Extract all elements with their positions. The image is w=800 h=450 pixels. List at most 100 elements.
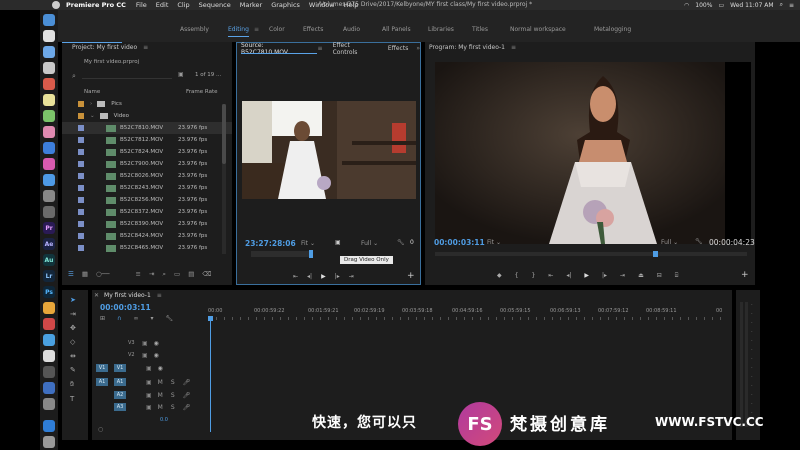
source-patch[interactable] xyxy=(96,403,108,411)
hand-tool-icon[interactable]: ✋︎ xyxy=(70,380,76,389)
menu-edit[interactable]: Edit xyxy=(156,1,169,9)
app-icon-7[interactable] xyxy=(43,382,55,394)
sync-lock-icon[interactable]: ▣ xyxy=(146,365,152,372)
clip-row[interactable]: B52C8465.MOV 23.976 fps xyxy=(62,242,232,254)
insert-sequence-icon[interactable]: ⊞ xyxy=(100,315,105,322)
launchpad-icon[interactable] xyxy=(43,30,55,42)
app-icon-5[interactable] xyxy=(43,334,55,346)
photoshop-icon[interactable]: Ps xyxy=(43,286,55,298)
go-to-out-icon[interactable]: ⇥ xyxy=(620,272,625,280)
lightroom-icon[interactable]: Lr xyxy=(43,270,55,282)
track-target[interactable]: V1 xyxy=(114,364,126,372)
workspace-all-panels[interactable]: All Panels xyxy=(382,26,411,33)
tab-effect-controls[interactable]: Effect Controls xyxy=(333,42,376,56)
play-icon[interactable]: ▶ xyxy=(584,272,589,280)
workspace-menu-icon[interactable]: ≡ xyxy=(254,26,259,33)
close-icon[interactable]: ✕ xyxy=(94,292,99,299)
mute-button[interactable]: M xyxy=(158,379,163,386)
panel-menu-icon[interactable]: ≡ xyxy=(157,292,162,299)
track-target[interactable]: A3 xyxy=(114,403,126,411)
new-bin-icon[interactable]: ▭ xyxy=(174,270,180,278)
mark-out-bracket-icon[interactable]: } xyxy=(531,272,535,280)
workspace-effects[interactable]: Effects xyxy=(303,26,323,33)
go-to-in-icon[interactable]: ⇤ xyxy=(548,272,553,280)
clip-row[interactable]: B52C8243.MOV 23.976 fps xyxy=(62,182,232,194)
mark-in-icon[interactable]: ◆ xyxy=(497,272,502,280)
project-search-input[interactable] xyxy=(82,71,172,79)
app-icon-2[interactable] xyxy=(43,206,55,218)
folder-row-video[interactable]: ⌄ Video xyxy=(62,110,232,122)
zoom-slider[interactable]: ○── xyxy=(96,270,110,278)
sync-lock-icon[interactable]: ▣ xyxy=(146,379,152,386)
menu-clip[interactable]: Clip xyxy=(177,1,189,9)
step-back-icon[interactable]: ◂| xyxy=(566,272,571,280)
app-icon-3[interactable] xyxy=(43,302,55,314)
more-tabs-icon[interactable]: » xyxy=(416,45,420,52)
step-back-icon[interactable]: ◂| xyxy=(307,273,312,280)
track-select-tool-icon[interactable]: ⇥ xyxy=(70,310,76,318)
panel-menu-icon[interactable]: ≡ xyxy=(511,44,516,51)
battery-icon[interactable]: ▭ xyxy=(718,2,724,9)
mark-in-bracket-icon[interactable]: { xyxy=(515,272,519,280)
app-icon-1[interactable] xyxy=(43,174,55,186)
find-icon[interactable]: ⌕ xyxy=(162,270,166,279)
source-patch-video[interactable]: V1 xyxy=(96,364,108,372)
solo-button[interactable]: S xyxy=(171,392,175,399)
icon-view-icon[interactable]: ▦ xyxy=(82,270,88,278)
play-icon[interactable]: ▶ xyxy=(321,273,326,280)
project-scrollbar[interactable] xyxy=(222,104,226,254)
program-scrubber[interactable] xyxy=(435,252,747,256)
search-icon[interactable]: ⌕ xyxy=(72,72,76,81)
solo-button[interactable]: S xyxy=(171,379,175,386)
safari-icon[interactable] xyxy=(43,46,55,58)
program-playhead[interactable] xyxy=(653,251,658,257)
clear-icon[interactable]: ⌫ xyxy=(202,270,211,278)
photos-icon[interactable] xyxy=(43,126,55,138)
step-forward-icon[interactable]: |▸ xyxy=(602,272,607,280)
wrench-icon[interactable]: 🔧︎ xyxy=(695,238,703,245)
downloads-folder-icon[interactable] xyxy=(43,420,55,432)
add-button-icon[interactable]: + xyxy=(407,271,415,281)
clip-row[interactable]: B52C8256.MOV 23.976 fps xyxy=(62,194,232,206)
menu-marker[interactable]: Marker xyxy=(240,1,262,9)
settings-icon[interactable] xyxy=(43,190,55,202)
program-timecode[interactable]: 00:00:03:11 xyxy=(434,238,485,247)
wrench-icon[interactable]: 🔧︎ xyxy=(397,239,405,246)
clip-row[interactable]: B52C7824.MOV 23.976 fps xyxy=(62,146,232,158)
search-icon[interactable]: ⌕ xyxy=(780,1,783,9)
add-button-icon[interactable]: + xyxy=(741,270,749,280)
automate-icon[interactable]: ⇥ xyxy=(149,270,154,278)
clip-row[interactable]: B52C7900.MOV 23.976 fps xyxy=(62,158,232,170)
track-target[interactable] xyxy=(110,339,122,347)
apple-icon[interactable] xyxy=(52,1,60,9)
go-to-out-icon[interactable]: ⇥ xyxy=(349,273,354,280)
workspace-libraries[interactable]: Libraries xyxy=(428,26,454,33)
source-patch[interactable] xyxy=(96,391,108,399)
export-frame-icon[interactable]: ⌸ xyxy=(675,272,679,280)
itunes-icon[interactable] xyxy=(43,158,55,170)
tab-sequence[interactable]: My first video-1 xyxy=(104,292,151,299)
project-panel-title[interactable]: Project: My first video xyxy=(72,44,137,51)
lift-icon[interactable]: ⏏ xyxy=(638,272,644,280)
linked-selection-icon[interactable]: ∞ xyxy=(133,315,138,322)
sync-lock-icon[interactable]: ▣ xyxy=(146,404,152,411)
program-resolution-select[interactable]: Full ⌄ xyxy=(661,239,678,246)
source-timecode[interactable]: 23:27:28:06 xyxy=(245,239,296,248)
master-volume[interactable]: 0.0 xyxy=(160,417,168,423)
mic-icon[interactable]: 🎤︎ xyxy=(183,392,191,399)
eye-icon[interactable]: ◉ xyxy=(154,352,159,359)
track-target[interactable] xyxy=(110,351,122,359)
eye-icon[interactable]: ◉ xyxy=(158,365,163,372)
drag-video-icon[interactable]: ▣ xyxy=(335,239,341,246)
notes-icon[interactable] xyxy=(43,94,55,106)
time-ruler[interactable]: 00:00 00:00:59:22 00:01:59:21 00:02:59:1… xyxy=(208,306,728,320)
source-scrubber[interactable] xyxy=(251,251,311,257)
new-item-icon[interactable]: ▤ xyxy=(188,270,194,278)
chevron-down-icon[interactable]: ⌄ xyxy=(90,113,95,119)
panel-menu-icon[interactable]: ≡ xyxy=(143,44,148,51)
extract-icon[interactable]: ⊟ xyxy=(657,272,662,280)
workspace-editing[interactable]: Editing xyxy=(228,26,249,37)
list-view-icon[interactable]: ☰ xyxy=(68,270,74,278)
sync-lock-icon[interactable]: ▣ xyxy=(142,352,148,359)
chevron-right-icon[interactable]: › xyxy=(90,101,92,107)
